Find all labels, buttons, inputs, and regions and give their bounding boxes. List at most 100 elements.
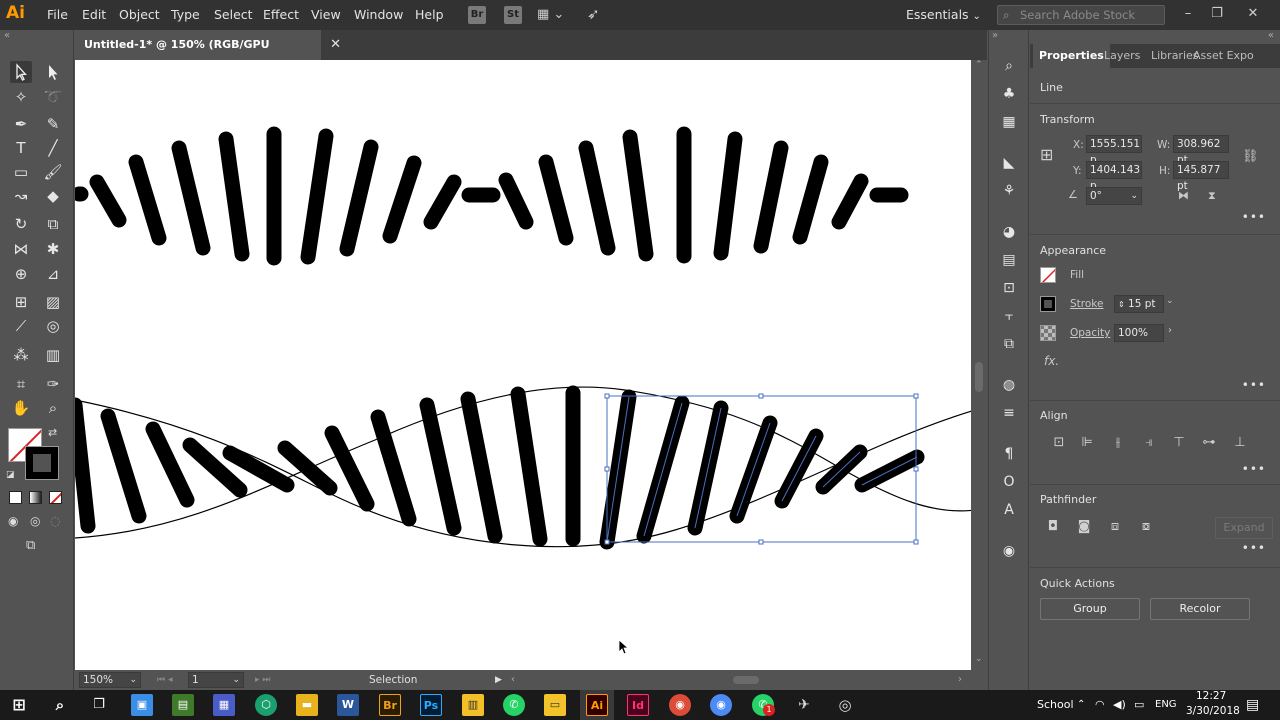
chrome-profile-icon[interactable]: ◉ xyxy=(710,694,732,716)
workspace-switcher[interactable]: Essentials ⌄ xyxy=(906,0,981,30)
file-explorer-icon[interactable]: ▬ xyxy=(296,694,318,716)
expand-button[interactable]: Expand xyxy=(1215,517,1273,539)
gradient-tool-icon[interactable]: ▨ xyxy=(42,291,64,313)
menu-effect[interactable]: Effect xyxy=(263,0,299,30)
tab-asset-export[interactable]: Asset Expo xyxy=(1193,44,1254,68)
eraser-tool-icon[interactable]: ◆ xyxy=(42,185,64,207)
artboard-tool-icon[interactable]: ⌗ xyxy=(10,373,32,395)
language-indicator[interactable]: ENG xyxy=(1155,690,1177,720)
more-options-icon[interactable]: ••• xyxy=(1242,462,1266,476)
column-graph-tool-icon[interactable]: ▥ xyxy=(42,344,64,366)
minus-front-icon[interactable]: ◙ xyxy=(1075,518,1093,536)
menu-select[interactable]: Select xyxy=(214,0,253,30)
appearance-panel-icon[interactable]: ◍ xyxy=(999,375,1019,395)
search-stock-input[interactable]: ⌕ Search Adobe Stock xyxy=(997,5,1165,25)
sticky-notes-icon[interactable]: ▭ xyxy=(544,694,566,716)
rotate-input[interactable]: 0° ⌄ xyxy=(1086,187,1142,205)
flip-vertical-icon[interactable]: ⧗ xyxy=(1208,189,1216,203)
indesign-icon[interactable]: Id xyxy=(627,694,649,716)
top-dna-strip[interactable] xyxy=(75,126,909,266)
width-input[interactable]: 308.962 pt xyxy=(1173,135,1229,166)
menu-file[interactable]: File xyxy=(47,0,68,30)
opacity-icon[interactable] xyxy=(1040,325,1056,341)
symbols-icon[interactable]: ♣ xyxy=(999,84,1019,104)
align-top-icon[interactable]: ⊤ xyxy=(1170,434,1188,452)
pen-tool-icon[interactable]: ✒ xyxy=(10,113,32,135)
adobe-stock-button[interactable]: St xyxy=(504,6,522,24)
chrome-icon[interactable]: ◉ xyxy=(669,694,691,716)
paint-icon[interactable]: ✈ xyxy=(793,694,815,716)
layers-panel-icon[interactable]: ⧉ xyxy=(999,334,1019,354)
collapse-panel-icon[interactable]: « xyxy=(1268,30,1274,41)
menu-window[interactable]: Window xyxy=(354,0,403,30)
close-window-icon[interactable]: ✕ xyxy=(1243,4,1263,24)
stroke-label[interactable]: Stroke xyxy=(1070,298,1103,310)
default-colors-icon[interactable]: ◪ xyxy=(6,470,15,480)
first-artboard-icon[interactable]: ⏮ ◂ xyxy=(157,670,172,690)
restore-icon[interactable]: ❐ xyxy=(1207,4,1227,24)
screen-mode-icon[interactable]: ⧉ xyxy=(26,538,35,553)
intersect-icon[interactable]: ⧈ xyxy=(1106,518,1124,536)
camera-app-icon[interactable]: ◎ xyxy=(834,694,856,716)
zoom-select[interactable]: 150% ⌄ xyxy=(79,672,141,688)
graphic-styles-icon[interactable]: ⚘ xyxy=(999,181,1019,201)
illustrator-icon[interactable]: Ai xyxy=(586,694,608,716)
bridge-button[interactable]: Br xyxy=(468,6,486,24)
type-tool-icon[interactable]: T xyxy=(10,137,32,159)
close-tab-icon[interactable]: ✕ xyxy=(330,30,341,60)
align-vertical-center-icon[interactable]: ⊶ xyxy=(1200,434,1218,452)
stroke-color-swatch[interactable] xyxy=(1040,296,1056,312)
scale-tool-icon[interactable]: ⧉ xyxy=(42,213,64,235)
scroll-down-icon[interactable]: ⌄ xyxy=(975,654,983,664)
align-horizontal-center-icon[interactable]: ⫲ xyxy=(1109,434,1127,452)
align-left-icon[interactable]: ⊫ xyxy=(1078,434,1096,452)
fx-icon[interactable]: fx. xyxy=(1044,354,1059,368)
tab-layers[interactable]: Layers xyxy=(1104,44,1140,68)
eyedropper-tool-icon[interactable]: ⟋ xyxy=(10,315,32,337)
exclude-icon[interactable]: ⧇ xyxy=(1137,518,1155,536)
align-to-icon[interactable]: ⊡ xyxy=(1050,434,1068,452)
collapse-panel-icon[interactable]: « xyxy=(4,30,10,41)
rectangle-tool-icon[interactable]: ▭ xyxy=(10,161,32,183)
word-icon[interactable]: W xyxy=(337,694,359,716)
scroll-up-icon[interactable]: ⌃ xyxy=(975,60,983,70)
artboard-navigation-select[interactable]: 1 ⌄ xyxy=(188,672,244,688)
menu-view[interactable]: View xyxy=(311,0,341,30)
color-icon[interactable]: ◕ xyxy=(999,222,1019,242)
task-view-icon[interactable]: ❐ xyxy=(88,694,110,716)
wifi-icon[interactable]: ◠ xyxy=(1095,690,1105,720)
status-menu-icon[interactable]: ▶ xyxy=(495,670,502,690)
draw-behind-icon[interactable]: ◎ xyxy=(30,514,40,528)
puppet-warp-tool-icon[interactable]: ✱ xyxy=(42,238,64,260)
y-input[interactable]: 1404.143 p xyxy=(1086,161,1142,192)
clock-time[interactable]: 12:27 xyxy=(1196,690,1226,702)
shaper-tool-icon[interactable]: ↝ xyxy=(10,185,32,207)
line-segment-tool-icon[interactable]: ╱ xyxy=(42,137,64,159)
draw-inside-icon[interactable]: ◌ xyxy=(50,514,60,528)
fill-color-swatch[interactable] xyxy=(1040,267,1056,283)
tab-properties[interactable]: Properties xyxy=(1033,44,1110,68)
constrain-proportions-icon[interactable]: ⛓ xyxy=(1242,149,1259,164)
status-tool-label[interactable]: Selection xyxy=(369,670,417,690)
bottom-dna-rungs[interactable] xyxy=(75,385,581,547)
search-icon[interactable]: ⌕ xyxy=(49,694,71,716)
show-hidden-icons-icon[interactable]: ⌃ xyxy=(1077,690,1085,720)
direct-selection-tool-icon[interactable] xyxy=(42,61,64,83)
notes-icon[interactable]: ▥ xyxy=(462,694,484,716)
x-input[interactable]: 1555.151 p xyxy=(1086,135,1142,166)
photoshop-icon[interactable]: Ps xyxy=(420,694,442,716)
group-button[interactable]: Group xyxy=(1040,598,1140,620)
gradient-mode-icon[interactable] xyxy=(29,491,42,504)
nvidia-icon[interactable]: ▤ xyxy=(172,694,194,716)
align-bottom-icon[interactable]: ⊥ xyxy=(1231,434,1249,452)
last-artboard-icon[interactable]: ▸ ⏭ xyxy=(255,670,270,690)
stroke-panel-icon[interactable]: ≡ xyxy=(999,403,1019,423)
selection-tool-icon[interactable] xyxy=(10,61,32,83)
curvature-tool-icon[interactable]: ✎ xyxy=(42,113,64,135)
unite-icon[interactable]: ◘ xyxy=(1044,518,1062,536)
store-icon[interactable]: ▣ xyxy=(131,694,153,716)
opentype-icon[interactable]: O xyxy=(999,472,1019,492)
hand-tool-icon[interactable]: ✋ xyxy=(10,397,32,419)
menu-object[interactable]: Object xyxy=(119,0,160,30)
selected-rungs[interactable] xyxy=(599,389,925,550)
